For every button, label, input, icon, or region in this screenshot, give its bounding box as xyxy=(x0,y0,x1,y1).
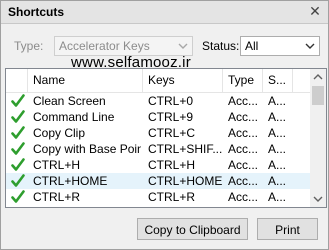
scroll-up-icon[interactable] xyxy=(310,69,326,85)
row-name: Command Line xyxy=(33,110,115,124)
checkmark-icon xyxy=(11,174,25,187)
table-row[interactable]: Copy Clip CTRL+C Acc... A... xyxy=(6,125,310,141)
column-header-type[interactable]: Type xyxy=(223,69,263,92)
type-dropdown: Accelerator Keys xyxy=(54,36,193,56)
row-status: A... xyxy=(268,158,287,172)
column-header-keys[interactable]: Keys xyxy=(143,69,223,92)
row-name: CTRL+R xyxy=(33,190,81,204)
table-row[interactable]: Copy with Base Point CTRL+SHIF... Acc... A.… xyxy=(6,141,310,157)
row-name: Copy with Base Point xyxy=(33,142,141,156)
table-row[interactable]: CTRL+R CTRL+R Acc... A... xyxy=(6,189,310,205)
row-keys: CTRL+HOME xyxy=(148,174,223,188)
row-status: A... xyxy=(268,142,287,156)
status-label: Status: xyxy=(202,39,240,53)
checkmark-icon xyxy=(11,94,25,107)
table-row[interactable]: Clean Screen CTRL+0 Acc... A... xyxy=(6,93,310,109)
row-type: Acc... xyxy=(228,142,259,156)
row-keys: CTRL+9 xyxy=(148,110,194,124)
checkmark-icon xyxy=(11,126,25,139)
row-status: A... xyxy=(268,190,287,204)
panel-header: Shortcuts ✕ xyxy=(1,1,328,24)
row-status: A... xyxy=(268,110,287,124)
row-keys: CTRL+0 xyxy=(148,94,194,108)
row-status: A... xyxy=(268,94,287,108)
column-header-name[interactable]: Name xyxy=(28,69,143,92)
checkmark-icon xyxy=(11,110,25,123)
vertical-scrollbar[interactable] xyxy=(310,69,326,207)
status-dropdown-value: All xyxy=(245,39,259,53)
row-name: CTRL+H xyxy=(33,158,81,172)
copy-to-clipboard-button[interactable]: Copy to Clipboard xyxy=(137,218,248,240)
row-type: Acc... xyxy=(228,158,259,172)
row-status: A... xyxy=(268,174,287,188)
print-button[interactable]: Print xyxy=(257,218,318,240)
row-type: Acc... xyxy=(228,126,259,140)
checkmark-icon xyxy=(11,158,25,171)
row-status: A... xyxy=(268,126,287,140)
column-header-check[interactable] xyxy=(6,69,28,92)
table-row[interactable]: CTRL+HOME CTRL+HOME Acc... A... xyxy=(6,173,310,189)
chevron-down-icon xyxy=(178,43,188,49)
close-icon[interactable]: ✕ xyxy=(308,3,322,19)
row-keys: CTRL+C xyxy=(148,126,196,140)
type-label: Type: xyxy=(14,39,44,53)
table-row[interactable]: CTRL+H CTRL+H Acc... A... xyxy=(6,157,310,173)
chevron-down-icon xyxy=(305,43,315,49)
column-header-status[interactable]: S... xyxy=(263,69,293,92)
shortcuts-panel: Shortcuts ✕ Type: Accelerator Keys Statu… xyxy=(0,0,329,250)
row-name: CTRL+HOME xyxy=(33,174,108,188)
row-type: Acc... xyxy=(228,94,259,108)
status-dropdown[interactable]: All xyxy=(240,36,320,56)
panel-title: Shortcuts xyxy=(8,5,65,19)
row-keys: CTRL+R xyxy=(148,190,196,204)
row-type: Acc... xyxy=(228,190,259,204)
list-header: Name Keys Type S... xyxy=(6,69,310,93)
row-keys: CTRL+SHIF... xyxy=(148,142,223,156)
row-type: Acc... xyxy=(228,174,259,188)
scroll-thumb[interactable] xyxy=(312,86,324,105)
checkmark-icon xyxy=(11,190,25,203)
checkmark-icon xyxy=(11,142,25,155)
shortcuts-list[interactable]: Name Keys Type S... Clean Screen CTRL+0 Ac… xyxy=(5,68,327,208)
list-rows: Clean Screen CTRL+0 Acc... A... Command Line… xyxy=(6,93,310,205)
row-name: Clean Screen xyxy=(33,94,106,108)
type-dropdown-value: Accelerator Keys xyxy=(59,39,150,53)
row-type: Acc... xyxy=(228,110,259,124)
row-name: Copy Clip xyxy=(33,126,86,140)
table-row[interactable]: Command Line CTRL+9 Acc... A... xyxy=(6,109,310,125)
scroll-down-icon[interactable] xyxy=(310,191,326,207)
row-keys: CTRL+H xyxy=(148,158,196,172)
